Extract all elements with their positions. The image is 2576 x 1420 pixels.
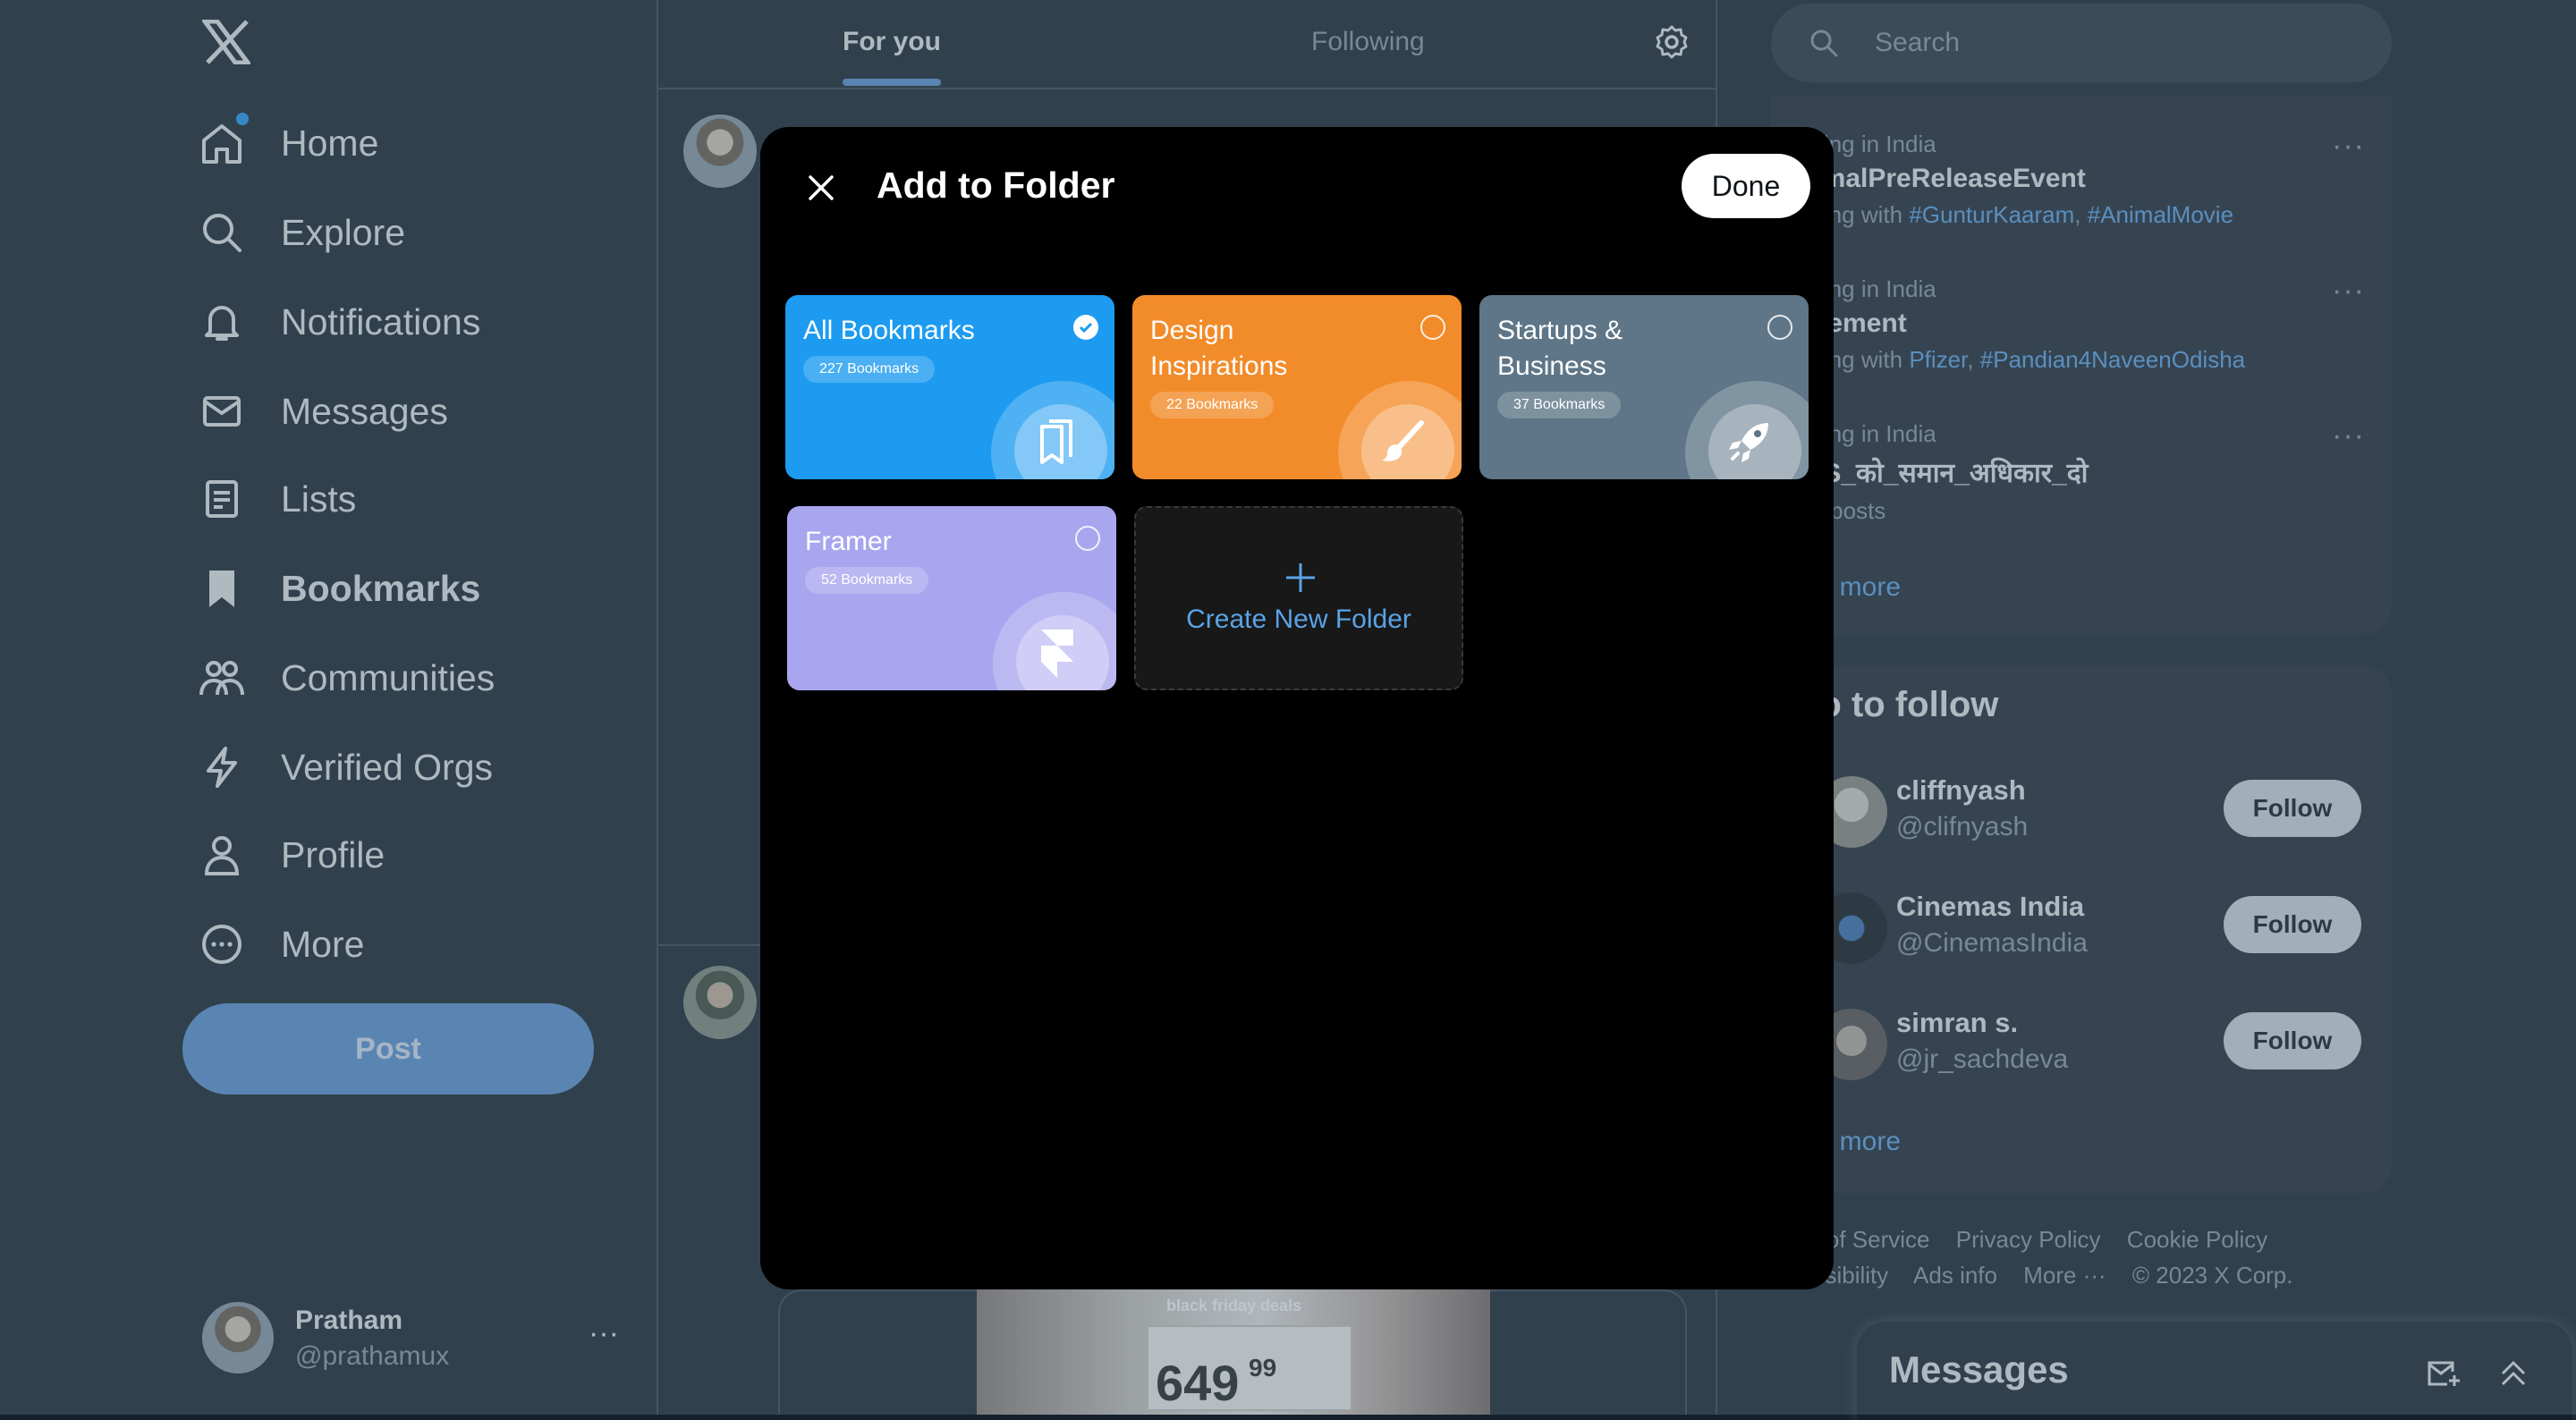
folder-name: Design Inspirations bbox=[1150, 316, 1288, 381]
plus-icon bbox=[1283, 560, 1318, 596]
done-button[interactable]: Done bbox=[1682, 154, 1810, 218]
close-icon[interactable] bbox=[796, 163, 846, 213]
dialog-title: Add to Folder bbox=[877, 165, 1115, 206]
folder-icon-badge bbox=[1685, 381, 1809, 479]
rocket-icon bbox=[1729, 423, 1774, 466]
folder-name: Framer bbox=[805, 527, 892, 556]
create-new-folder-button[interactable]: Create New Folder bbox=[1134, 506, 1463, 690]
folder-count-badge: 22 Bookmarks bbox=[1150, 392, 1275, 418]
folder-name: All Bookmarks bbox=[803, 316, 975, 345]
folder-icon-badge bbox=[1338, 381, 1462, 479]
create-new-folder-label: Create New Folder bbox=[1186, 604, 1411, 634]
radio-button[interactable] bbox=[1420, 315, 1445, 340]
folder-count-badge: 227 Bookmarks bbox=[803, 356, 936, 383]
folder-card-design-inspirations[interactable]: Design Inspirations 22 Bookmarks bbox=[1132, 295, 1462, 479]
folder-name: Startups & Business bbox=[1497, 316, 1623, 381]
framer-icon bbox=[1041, 630, 1079, 680]
folder-count-badge: 37 Bookmarks bbox=[1497, 392, 1622, 418]
checkmark-icon[interactable] bbox=[1073, 315, 1098, 340]
folder-card-all-bookmarks[interactable]: All Bookmarks 227 Bookmarks bbox=[785, 295, 1114, 479]
radio-button[interactable] bbox=[1075, 526, 1100, 551]
radio-button[interactable] bbox=[1767, 315, 1792, 340]
folder-icon-badge bbox=[991, 381, 1114, 479]
folder-card-startups-business[interactable]: Startups & Business 37 Bookmarks bbox=[1479, 295, 1809, 479]
paintbrush-icon bbox=[1382, 420, 1427, 466]
add-to-folder-dialog: Add to Folder Done All Bookmarks 227 Boo… bbox=[760, 127, 1834, 1289]
folder-count-badge: 52 Bookmarks bbox=[805, 567, 929, 594]
bookmarks-icon bbox=[1040, 419, 1078, 466]
folder-icon-badge bbox=[993, 592, 1116, 690]
folder-card-framer[interactable]: Framer 52 Bookmarks bbox=[787, 506, 1116, 690]
